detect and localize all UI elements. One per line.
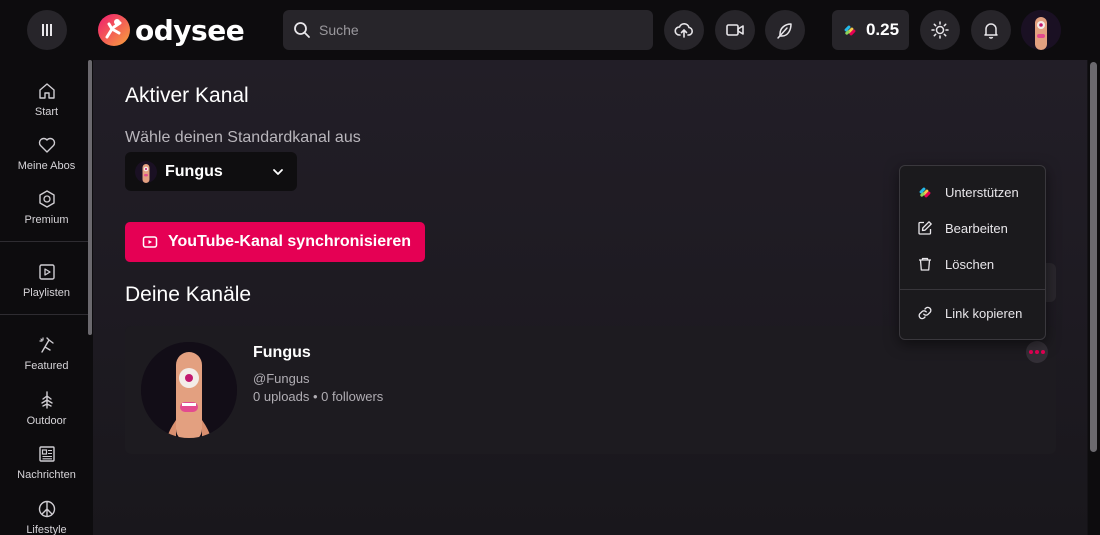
menu-toggle-button[interactable] [27, 10, 67, 50]
menu-item-label: Link kopieren [945, 305, 1023, 321]
menu-item-label: Bearbeiten [945, 220, 1008, 236]
sidebar-scrollbar[interactable] [88, 60, 92, 335]
dot [1035, 350, 1039, 354]
sidebar-item-outdoor[interactable]: Outdoor [0, 383, 93, 433]
sidebar-item-label: Outdoor [26, 414, 67, 427]
search-bar[interactable] [283, 10, 653, 50]
search-icon [294, 22, 310, 38]
sidebar-item-label: Featured [24, 359, 69, 372]
menu-icon [42, 24, 52, 36]
video-camera-icon [726, 24, 744, 36]
more-options-button[interactable] [1026, 341, 1048, 363]
sidebar-item-premium[interactable]: Premium [0, 182, 93, 232]
channel-card-avatar[interactable] [141, 342, 237, 438]
edit-icon [918, 221, 932, 235]
channel-card-title[interactable]: Fungus [253, 344, 311, 362]
sidebar-item-playlisten[interactable]: Playlisten [0, 255, 93, 305]
channel-context-menu: Unterstützen Bearbeiten Löschen Link kop… [899, 165, 1046, 340]
go-live-button[interactable] [715, 10, 755, 50]
fungus-avatar-icon [1021, 10, 1061, 50]
menu-item-unterstuetzen[interactable]: Unterstützen [900, 175, 1045, 209]
fungus-avatar-icon [142, 163, 150, 183]
sidebar-item-label: Meine Abos [17, 159, 76, 172]
menu-item-loeschen[interactable]: Löschen [900, 247, 1045, 281]
dot [1029, 350, 1033, 354]
sidebar-divider [0, 314, 88, 315]
credits-icon [844, 25, 856, 36]
sidebar-item-label: Premium [24, 213, 69, 226]
odysee-logo-icon [98, 14, 130, 46]
menu-item-label: Löschen [945, 256, 995, 272]
feather-icon [777, 23, 792, 39]
youtube-sync-button[interactable]: YouTube-Kanal synchronisieren [125, 222, 425, 262]
top-header: odysee 0.25 [0, 0, 1100, 60]
odysee-logo[interactable]: odysee [97, 10, 245, 50]
sidebar: Start Meine Abos Premium Playlisten Feat… [0, 60, 93, 535]
youtube-icon [142, 236, 158, 248]
upload-cloud-icon [674, 23, 693, 38]
credits-amount: 0.25 [865, 20, 900, 39]
selected-channel-name: Fungus [165, 162, 223, 180]
dot [1041, 350, 1045, 354]
sidebar-item-meine-abos[interactable]: Meine Abos [0, 128, 93, 178]
channel-card[interactable]: Fungus @Fungus 0 uploads • 0 followers [125, 326, 1056, 454]
menu-item-bearbeiten[interactable]: Bearbeiten [900, 211, 1045, 245]
tree-icon [40, 390, 53, 409]
heart-icon [38, 137, 55, 153]
menu-item-link-kopieren[interactable]: Link kopieren [900, 296, 1045, 330]
sun-icon [931, 21, 949, 39]
theme-toggle-button[interactable] [920, 10, 960, 50]
active-channel-title: Aktiver Kanal [125, 84, 249, 107]
sidebar-item-featured[interactable]: Featured [0, 328, 93, 378]
playlist-icon [38, 263, 55, 280]
trash-icon [919, 257, 931, 271]
credits-balance-button[interactable]: 0.25 [832, 10, 909, 50]
sidebar-item-lifestyle[interactable]: Lifestyle [0, 492, 93, 535]
publish-post-button[interactable] [765, 10, 805, 50]
main-scrollbar[interactable] [1088, 60, 1100, 535]
upload-button[interactable] [664, 10, 704, 50]
default-channel-label: Wähle deinen Standardkanal aus [125, 129, 361, 146]
sidebar-item-nachrichten[interactable]: Nachrichten [0, 437, 93, 487]
support-icon [919, 187, 931, 198]
fungus-avatar-icon [141, 342, 237, 438]
chevron-down-icon [273, 168, 283, 175]
sidebar-divider [0, 241, 88, 242]
sidebar-item-label: Start [34, 105, 59, 118]
channel-avatar [135, 160, 157, 183]
main-scrollbar-thumb[interactable] [1090, 62, 1097, 452]
channel-card-stats: 0 uploads • 0 followers [253, 389, 384, 404]
menu-item-label: Unterstützen [945, 184, 1019, 200]
notifications-button[interactable] [971, 10, 1011, 50]
home-icon [38, 82, 55, 99]
sidebar-item-start[interactable]: Start [0, 74, 93, 124]
sidebar-item-label: Playlisten [22, 286, 71, 299]
search-input[interactable] [319, 22, 639, 38]
featured-icon [38, 336, 54, 353]
bell-icon [984, 23, 998, 39]
menu-divider [900, 289, 1045, 290]
premium-icon [38, 189, 55, 208]
sidebar-item-label: Lifestyle [26, 523, 67, 535]
default-channel-select[interactable]: Fungus [125, 152, 297, 191]
link-icon [918, 306, 932, 320]
sidebar-item-label: Nachrichten [17, 468, 76, 481]
user-avatar-button[interactable] [1021, 10, 1061, 50]
your-channels-title: Deine Kanäle [125, 283, 252, 306]
peace-icon [38, 500, 55, 517]
youtube-sync-label: YouTube-Kanal synchronisieren [168, 233, 412, 250]
channel-card-handle: @Fungus [253, 371, 310, 386]
logo-text: odysee [135, 13, 245, 47]
newspaper-icon [38, 445, 55, 462]
